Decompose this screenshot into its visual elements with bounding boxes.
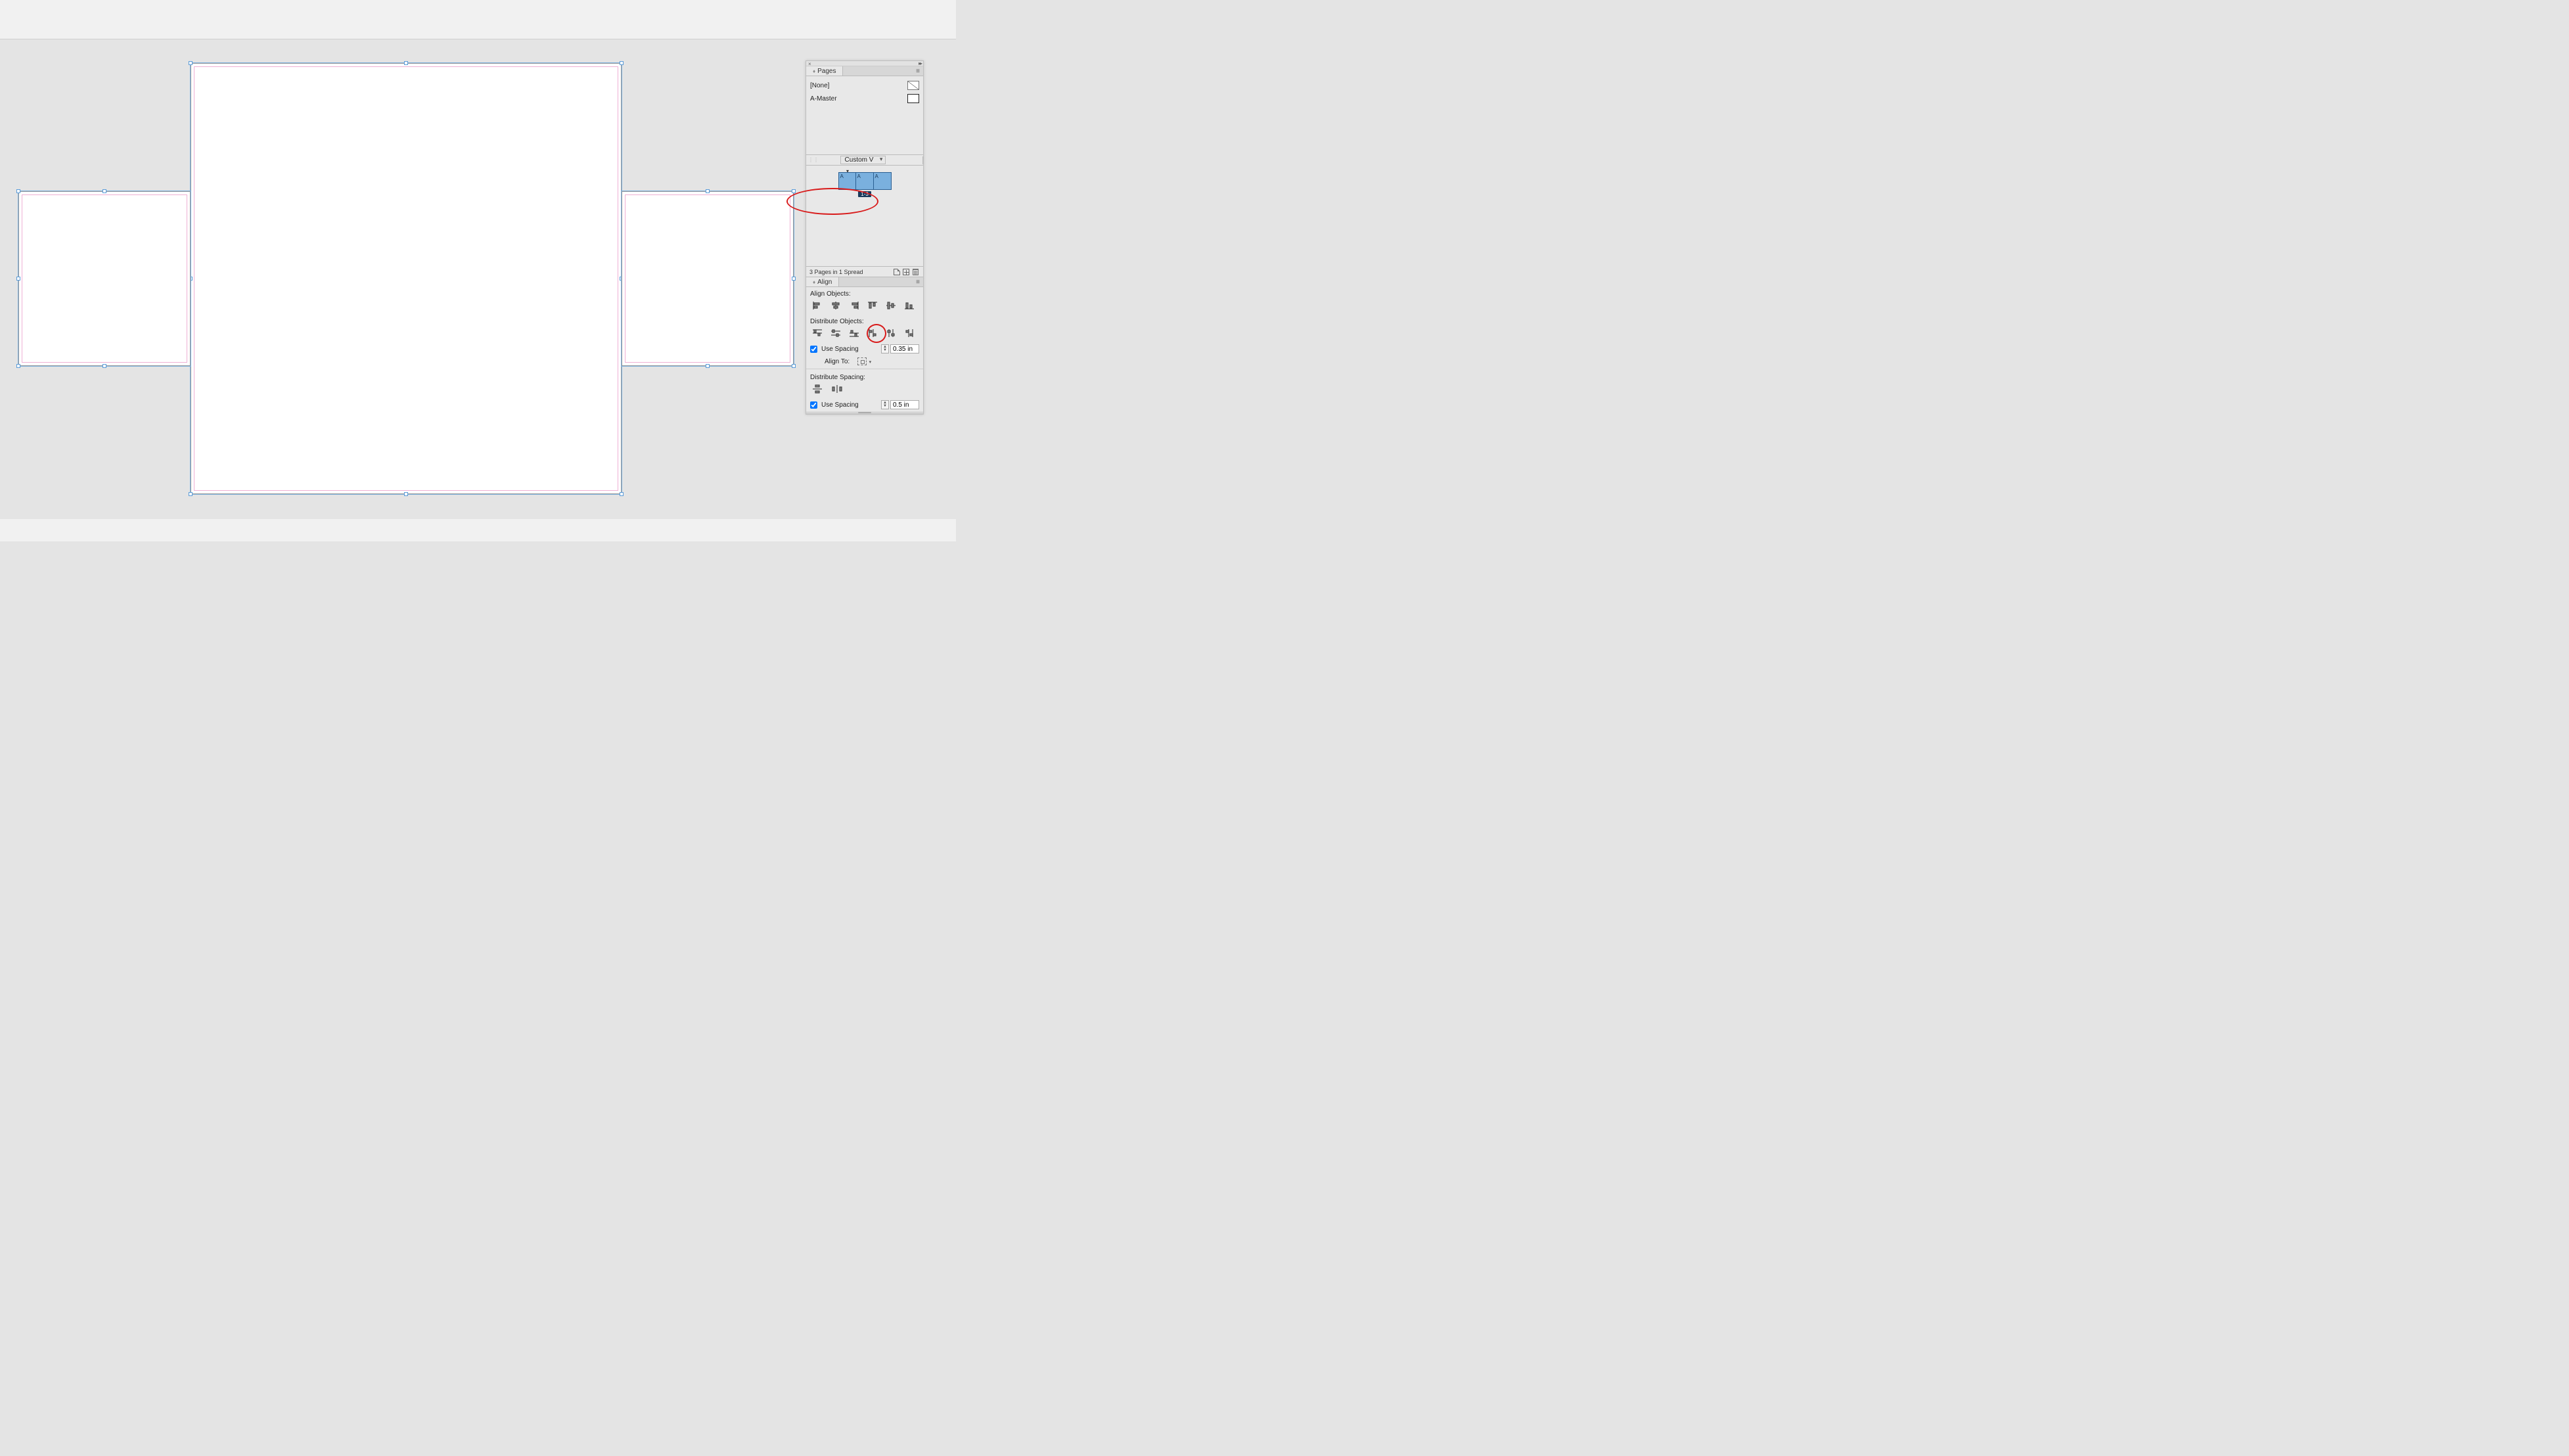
- tab-pages[interactable]: ♦ Pages: [806, 66, 843, 76]
- page-size-row: ⋮⋮ Custom V: [806, 155, 923, 166]
- tab-align[interactable]: ♦ Align: [806, 277, 839, 286]
- resize-handle[interactable]: [404, 61, 408, 65]
- tab-label: Align: [817, 279, 832, 286]
- resize-handle[interactable]: [16, 277, 20, 281]
- resize-handle[interactable]: [792, 364, 796, 368]
- align-right-edges-button[interactable]: [848, 300, 860, 311]
- align-tabrow: ♦ Align ≡: [806, 277, 923, 287]
- pages-status-row: 3 Pages in 1 Spread: [806, 267, 923, 277]
- tab-label: Pages: [817, 68, 836, 75]
- distribute-spacing-row: [806, 382, 923, 398]
- distribute-horizontal-centers-button[interactable]: [885, 328, 897, 338]
- master-label: A-Master: [810, 95, 837, 102]
- resize-handle[interactable]: [706, 364, 710, 368]
- page-center[interactable]: [191, 63, 622, 494]
- distribute-objects-row: [806, 327, 923, 342]
- spread-range-badge: 1-3: [858, 191, 871, 197]
- distribute-bottom-edges-button[interactable]: [848, 328, 860, 338]
- resize-handle[interactable]: [189, 492, 193, 496]
- panel-resize-grip[interactable]: [806, 411, 923, 414]
- page-thumb-label: A: [857, 173, 861, 179]
- updown-icon: ♦: [813, 68, 815, 74]
- use-spacing-1-input[interactable]: [890, 344, 919, 353]
- application-toolbar: [0, 0, 956, 39]
- panel-group[interactable]: × ▸▸ ♦ Pages ≡ [None] A-Master ⋮⋮ Custom…: [806, 60, 924, 415]
- align-objects-row: [806, 299, 923, 315]
- masters-list[interactable]: [None] A-Master: [806, 76, 923, 155]
- use-spacing-2-checkbox[interactable]: [810, 401, 817, 409]
- page-thumb-label: A: [840, 173, 844, 179]
- use-spacing-1-checkbox[interactable]: [810, 346, 817, 353]
- updown-icon: ♦: [813, 279, 815, 285]
- resize-handle[interactable]: [620, 61, 624, 65]
- distribute-right-edges-button[interactable]: [903, 328, 915, 338]
- use-spacing-2-input[interactable]: [890, 400, 919, 409]
- use-spacing-2-label: Use Spacing: [821, 401, 859, 409]
- master-thumb-none: [907, 81, 919, 90]
- page-size-dropdown[interactable]: Custom V: [840, 156, 886, 164]
- edit-page-size-button[interactable]: [892, 267, 901, 277]
- resize-handle[interactable]: [102, 189, 106, 193]
- distribute-left-edges-button[interactable]: [867, 328, 878, 338]
- panel-titlebar[interactable]: × ▸▸: [806, 61, 923, 66]
- align-vertical-centers-button[interactable]: [885, 300, 897, 311]
- use-spacing-2-row: Use Spacing ▲▼: [806, 398, 923, 411]
- grip-icon: ⋮⋮: [808, 157, 819, 163]
- master-item-a[interactable]: A-Master: [810, 92, 919, 105]
- distribute-horizontal-space-button[interactable]: [831, 384, 843, 394]
- new-page-button[interactable]: [901, 267, 911, 277]
- page-left[interactable]: [18, 191, 191, 366]
- page-thumb-label: A: [875, 173, 878, 179]
- stepper-arrows[interactable]: ▲▼: [881, 344, 889, 353]
- distribute-vertical-centers-button[interactable]: [830, 328, 842, 338]
- bottom-bar: [0, 519, 956, 541]
- section-align-objects: Align Objects:: [806, 287, 923, 299]
- align-to-dropdown[interactable]: ▾: [857, 357, 867, 365]
- resize-handle[interactable]: [16, 189, 20, 193]
- master-label: [None]: [810, 82, 829, 89]
- master-item-none[interactable]: [None]: [810, 79, 919, 92]
- section-distribute-objects: Distribute Objects:: [806, 315, 923, 327]
- stepper-arrows[interactable]: ▲▼: [881, 400, 889, 409]
- panel-menu-icon[interactable]: ≡: [913, 277, 923, 286]
- pages-tabrow: ♦ Pages ≡: [806, 66, 923, 76]
- panel-collapse-icon[interactable]: ▸▸: [919, 60, 921, 66]
- distribute-vertical-space-button[interactable]: [811, 384, 823, 394]
- align-to-row: Align To: ▾: [806, 355, 923, 367]
- page-thumb-2[interactable]: A: [856, 172, 874, 190]
- page-thumb-3[interactable]: A: [874, 172, 892, 190]
- pages-status-text: 3 Pages in 1 Spread: [809, 269, 863, 275]
- align-top-edges-button[interactable]: [867, 300, 878, 311]
- resize-handle[interactable]: [102, 364, 106, 368]
- use-spacing-1-row: Use Spacing ▲▼: [806, 342, 923, 355]
- page-thumb-1[interactable]: A: [838, 172, 856, 190]
- spread-thumbnails-area[interactable]: ▾ A A A 1-3: [806, 166, 923, 267]
- align-bottom-edges-button[interactable]: [903, 300, 915, 311]
- resize-handle[interactable]: [620, 492, 624, 496]
- page-right[interactable]: [622, 191, 794, 366]
- resize-handle[interactable]: [404, 492, 408, 496]
- use-spacing-1-label: Use Spacing: [821, 346, 859, 353]
- panel-menu-icon[interactable]: ≡: [913, 66, 923, 76]
- dropdown-value: Custom V: [845, 156, 874, 164]
- align-to-label: Align To:: [825, 358, 850, 365]
- resize-handle[interactable]: [189, 61, 193, 65]
- delete-page-button[interactable]: [911, 267, 920, 277]
- align-horizontal-centers-button[interactable]: [830, 300, 842, 311]
- align-left-edges-button[interactable]: [811, 300, 823, 311]
- master-thumb-a: [907, 94, 919, 103]
- resize-handle[interactable]: [16, 364, 20, 368]
- resize-handle[interactable]: [792, 277, 796, 281]
- section-distribute-spacing: Distribute Spacing:: [806, 371, 923, 382]
- distribute-top-edges-button[interactable]: [811, 328, 823, 338]
- divider: [922, 156, 923, 164]
- resize-handle[interactable]: [706, 189, 710, 193]
- resize-handle[interactable]: [792, 189, 796, 193]
- panel-close-icon[interactable]: ×: [808, 61, 811, 67]
